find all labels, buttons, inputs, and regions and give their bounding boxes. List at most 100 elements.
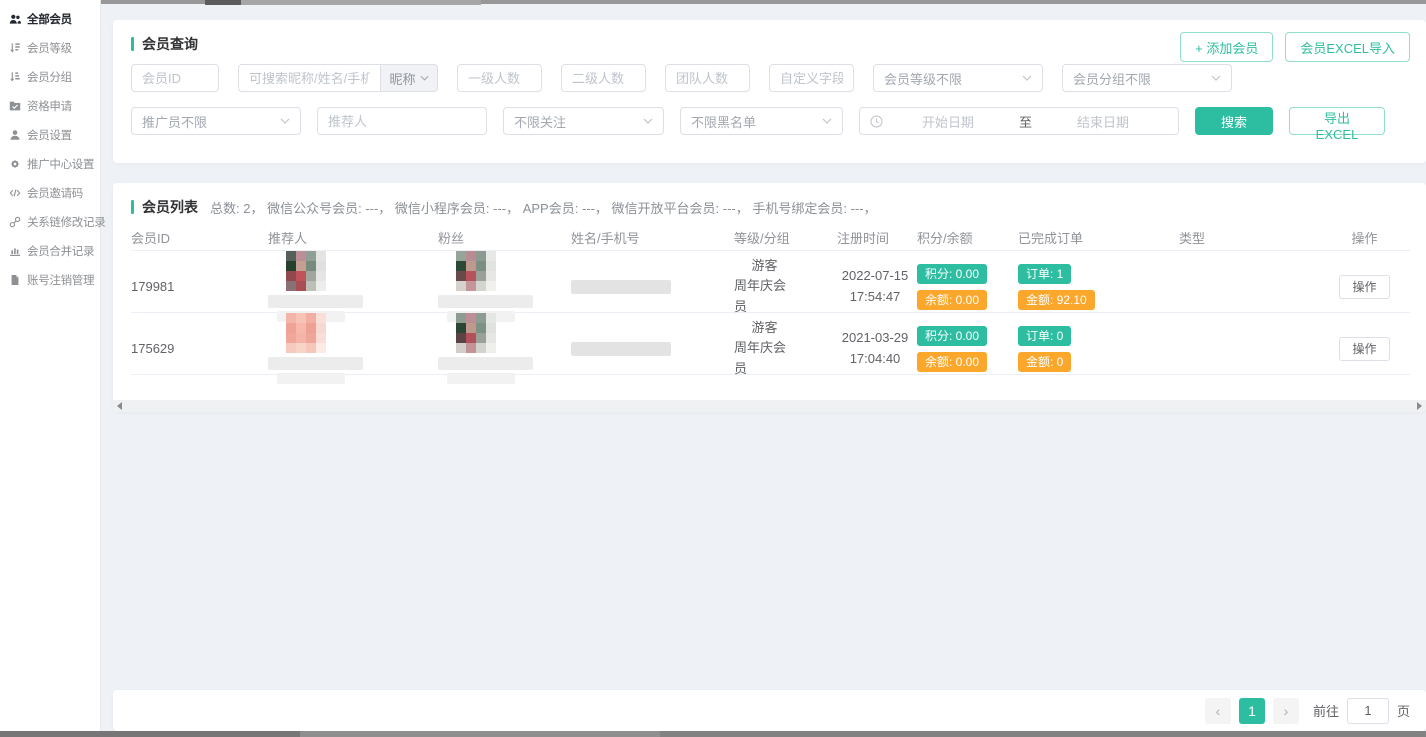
fan-avatar: [456, 251, 496, 291]
top-edge-strip: [101, 0, 1426, 4]
redacted-name-phone: [571, 280, 671, 294]
search-button[interactable]: 搜索: [1195, 107, 1273, 135]
sidebar: 全部会员 会员等级 会员分组 资格申请 会员设置 推广中心设置 会员邀请码 关系…: [0, 0, 101, 731]
referrer-avatar: [286, 251, 326, 291]
goto-label: 前往: [1313, 701, 1339, 720]
table-row: 179981 游客 周年庆会员 2022-07-15 17:54:47: [131, 251, 1410, 313]
col-action: 操作: [1319, 228, 1410, 247]
horizontal-scrollbar[interactable]: [113, 400, 1426, 412]
promoter-select[interactable]: 推广员不限: [131, 107, 301, 135]
points-balance-cell: 积分: 0.00 余额: 0.00: [917, 264, 1018, 310]
member-id-input[interactable]: [131, 64, 219, 92]
fans-cell: [438, 251, 571, 322]
table-row: 175629 游客 周年庆会员 2021-03-29 17:04:40: [131, 313, 1410, 375]
link-icon: [9, 216, 22, 228]
level1-count-input[interactable]: [457, 64, 542, 92]
goto-page-input[interactable]: [1347, 698, 1389, 724]
sidebar-item-member-levels[interactable]: 会员等级: [0, 33, 100, 62]
col-referrer: 推荐人: [268, 228, 438, 247]
export-excel-button[interactable]: 导出EXCEL: [1289, 107, 1385, 135]
sidebar-item-promotion-settings[interactable]: 推广中心设置: [0, 149, 100, 178]
add-member-button[interactable]: + 添加会员: [1180, 32, 1273, 62]
points-badge: 积分: 0.00: [917, 264, 987, 284]
col-reg-time: 注册时间: [837, 228, 917, 247]
keyword-type-select[interactable]: 昵称: [381, 64, 438, 92]
sidebar-item-invite-code[interactable]: 会员邀请码: [0, 178, 100, 207]
sidebar-item-account-cancellation[interactable]: 账号注销管理: [0, 265, 100, 294]
blacklist-select[interactable]: 不限黑名单: [680, 107, 843, 135]
member-level: 游客: [751, 318, 777, 338]
scroll-left-arrow-icon[interactable]: [117, 402, 122, 410]
pagination-bar: ‹ 1 › 前往 页: [113, 690, 1426, 731]
col-completed-orders: 已完成订单: [1018, 228, 1179, 247]
sidebar-item-merge-log[interactable]: 会员合并记录: [0, 236, 100, 265]
keyword-search-group: 昵称: [238, 64, 438, 92]
amount-badge: 金额: 0: [1018, 352, 1071, 372]
col-member-id: 会员ID: [131, 228, 268, 247]
sidebar-item-label: 全部会员: [27, 11, 72, 27]
points-badge: 积分: 0.00: [917, 326, 987, 346]
member-level-value: 会员等级不限: [884, 69, 962, 88]
level2-count-input[interactable]: [561, 64, 646, 92]
sidebar-item-member-settings[interactable]: 会员设置: [0, 120, 100, 149]
query-panel-title: 会员查询: [131, 34, 198, 54]
title-accent-bar: [131, 200, 134, 214]
col-name-phone: 姓名/手机号: [571, 228, 734, 247]
chevron-down-icon: [1211, 75, 1221, 81]
keyword-search-input[interactable]: [238, 64, 381, 92]
points-balance-cell: 积分: 0.00 余额: 0.00: [917, 326, 1018, 372]
sort-alpha-icon: [9, 71, 22, 83]
follow-value: 不限关注: [514, 112, 566, 131]
sidebar-item-label: 关系链修改记录: [27, 214, 105, 230]
sidebar-item-relation-log[interactable]: 关系链修改记录: [0, 207, 100, 236]
member-group: 周年庆会员: [734, 276, 795, 316]
chevron-down-icon: [280, 118, 290, 124]
date-range-input[interactable]: 开始日期 至 结束日期: [859, 107, 1179, 135]
bar-chart-icon: [9, 245, 22, 257]
fan-avatar: [456, 313, 496, 353]
row-action-button[interactable]: 操作: [1339, 337, 1389, 361]
code-icon: [9, 187, 22, 199]
excel-import-button[interactable]: 会员EXCEL导入: [1285, 32, 1410, 62]
sidebar-item-label: 会员等级: [27, 40, 72, 56]
row-action-button[interactable]: 操作: [1339, 275, 1389, 299]
title-accent-bar: [131, 37, 134, 51]
sidebar-item-label: 会员邀请码: [27, 185, 83, 201]
reg-date: 2022-07-15: [837, 266, 913, 286]
scroll-right-arrow-icon[interactable]: [1417, 402, 1422, 410]
chevron-down-icon: [1022, 75, 1032, 81]
keyword-type-value: 昵称: [389, 69, 415, 88]
list-panel-title: 会员列表: [131, 197, 198, 217]
date-separator: 至: [1013, 112, 1038, 131]
chevron-down-icon: [643, 118, 653, 124]
balance-badge: 余额: 0.00: [917, 290, 987, 310]
member-group-select[interactable]: 会员分组不限: [1062, 64, 1232, 92]
sidebar-item-member-groups[interactable]: 会员分组: [0, 62, 100, 91]
redacted-nickname: [277, 373, 345, 384]
redacted-nickname: [438, 295, 533, 308]
orders-badge: 订单: 0: [1018, 326, 1071, 346]
sidebar-item-qualification[interactable]: 资格申请: [0, 91, 100, 120]
prev-page-button[interactable]: ‹: [1205, 698, 1231, 724]
promoter-value: 推广员不限: [142, 112, 207, 131]
sidebar-item-label: 会员合并记录: [27, 243, 94, 259]
member-level: 游客: [751, 256, 777, 276]
registration-time-cell: 2022-07-15 17:54:47: [837, 266, 913, 306]
sidebar-item-label: 会员分组: [27, 69, 72, 85]
referrer-cell: [268, 313, 438, 384]
col-type: 类型: [1179, 228, 1319, 247]
referrer-cell: [268, 251, 438, 322]
gear-icon: [9, 158, 22, 170]
member-list-panel: 会员列表 总数: 2， 微信公众号会员: ---， 微信小程序会员: ---， …: [113, 183, 1426, 412]
custom-field-input[interactable]: [769, 64, 854, 92]
sidebar-item-all-members[interactable]: 全部会员: [0, 4, 100, 33]
referrer-input[interactable]: [317, 107, 487, 135]
page-1-button[interactable]: 1: [1239, 698, 1265, 724]
bottom-scrollbar-strip[interactable]: [0, 731, 1426, 737]
next-page-button[interactable]: ›: [1273, 698, 1299, 724]
team-count-input[interactable]: [665, 64, 750, 92]
member-level-select[interactable]: 会员等级不限: [873, 64, 1043, 92]
sidebar-item-label: 资格申请: [27, 98, 72, 114]
follow-select[interactable]: 不限关注: [503, 107, 664, 135]
reg-time: 17:54:47: [837, 287, 913, 307]
